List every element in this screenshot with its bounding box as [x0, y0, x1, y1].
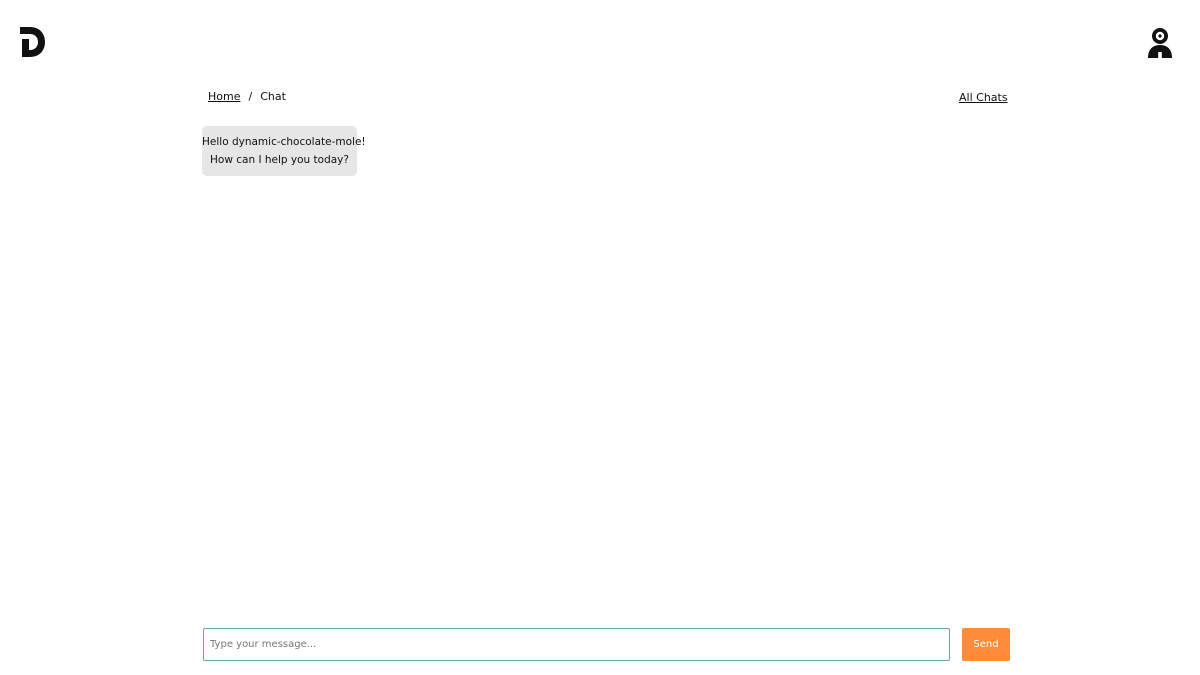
breadcrumb-home-link[interactable]: Home — [208, 90, 240, 103]
message-line: How can I help you today? — [210, 154, 349, 166]
all-chats-link[interactable]: All Chats — [959, 91, 1008, 104]
message-input[interactable] — [203, 628, 950, 661]
breadcrumb-separator: / — [248, 90, 253, 103]
send-button[interactable]: Send — [962, 628, 1010, 661]
chat-page: Home / Chat All Chats Hello dynamic-choc… — [0, 0, 1200, 675]
user-avatar-icon[interactable] — [1146, 26, 1174, 58]
assistant-message-bubble: Hello dynamic-chocolate-mole! How can I … — [202, 126, 366, 176]
message-line: Hello dynamic-chocolate-mole! — [202, 136, 366, 148]
breadcrumb: Home / Chat — [208, 90, 286, 103]
breadcrumb-current: Chat — [260, 90, 286, 103]
d-logo-icon[interactable] — [18, 26, 46, 58]
